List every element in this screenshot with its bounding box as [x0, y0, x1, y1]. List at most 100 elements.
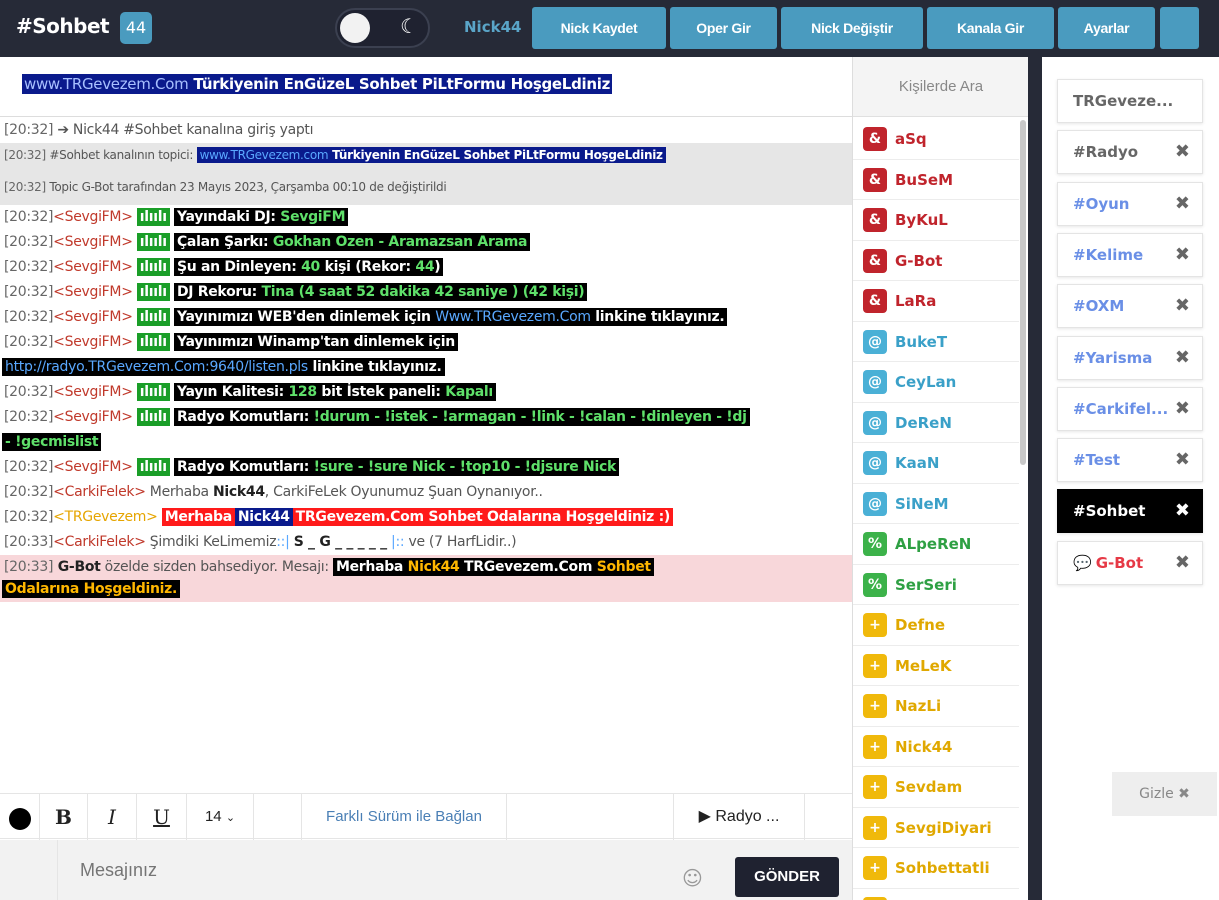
color-picker-button[interactable]: [0, 794, 40, 840]
extra-button[interactable]: [1160, 7, 1199, 49]
user-mode-icon: %: [863, 572, 887, 597]
user-name: Sevdam: [895, 778, 963, 796]
underline-button[interactable]: U: [137, 794, 187, 840]
user-name: Defne: [895, 616, 946, 634]
user-list-item[interactable]: + MeLeK: [853, 646, 1019, 686]
close-icon[interactable]: ✖: [1175, 193, 1190, 214]
user-list-item[interactable]: + Sevdam: [853, 767, 1019, 808]
arrow-icon: ➔: [57, 122, 69, 138]
user-list-item[interactable]: + Defne: [853, 605, 1019, 646]
close-icon[interactable]: ✖: [1175, 552, 1190, 573]
user-mode-icon: @: [863, 410, 887, 435]
oper-login-button[interactable]: Oper Gir: [670, 7, 777, 49]
topic-link[interactable]: www.TRGevezem.Com: [24, 75, 189, 93]
channel-title: #Sohbet: [16, 14, 110, 38]
font-size-select[interactable]: 14 ⌄: [187, 794, 254, 840]
channel-tab[interactable]: #Oyun ✖: [1057, 181, 1203, 226]
channel-tab-label: #Carkifel...: [1073, 399, 1169, 418]
radio-web-link[interactable]: Www.TRGevezem.Com: [435, 309, 591, 325]
theme-toggle[interactable]: ☾: [335, 8, 430, 48]
user-list-item[interactable]: + Nick44: [853, 727, 1019, 767]
user-mode-icon: &: [863, 208, 887, 232]
format-toolbar: B I U 14 ⌄ Farklı Sürüm ile Bağlan ▶ Rad…: [0, 793, 852, 840]
user-list-item[interactable]: & LaRa: [853, 281, 1019, 322]
message-line: [20:33] G-Bot özelde sizden bahsediyor. …: [0, 555, 852, 580]
close-icon[interactable]: ✖: [1175, 244, 1190, 265]
channel-tab[interactable]: #Kelime ✖: [1057, 232, 1203, 277]
user-name: ByKuL: [895, 211, 948, 229]
user-mode-icon: +: [863, 694, 887, 718]
toggle-knob: [340, 13, 370, 43]
channel-tab-label: TRGeveze...: [1073, 92, 1174, 110]
user-list-scrollbar[interactable]: [1020, 120, 1026, 465]
channel-tab[interactable]: #Carkifel... ✖: [1057, 386, 1203, 431]
close-icon[interactable]: ✖: [1175, 500, 1190, 521]
close-icon[interactable]: ✖: [1175, 398, 1190, 419]
channel-tab[interactable]: 💬 G-Bot ✖: [1057, 540, 1203, 585]
close-icon[interactable]: ✖: [1175, 141, 1190, 162]
bold-button[interactable]: B: [40, 794, 88, 840]
winamp-link[interactable]: http://radyo.TRGevezem.Com:9640/listen.p…: [5, 359, 308, 375]
user-list-item[interactable]: % ALpeReN: [853, 524, 1019, 565]
user-list-item[interactable]: + Sohbettatli: [853, 848, 1019, 889]
message-line: [20:32]<SevgiFM> ılıılı Şu an Dinleyen: …: [0, 255, 852, 280]
user-list-item[interactable]: @ DeReN: [853, 403, 1019, 443]
message-line: [20:32]<SevgiFM> ılıılı Çalan Şarkı: Gok…: [0, 230, 852, 255]
message-line: [20:33]<CarkiFelek> Şimdiki KeLimemiz::|…: [4, 534, 517, 550]
close-icon[interactable]: ✖: [1175, 347, 1190, 368]
channel-tab-label: #Radyo: [1073, 143, 1139, 162]
emoji-icon[interactable]: ☺: [682, 866, 703, 890]
user-list-item[interactable]: +: [853, 889, 1019, 900]
user-list-panel: Kişilerde Ara & aSq & BuSeM & ByKuL & G-Bot & LaR…: [852, 57, 1029, 900]
moon-icon: ☾: [400, 14, 418, 38]
settings-button[interactable]: Ayarlar: [1058, 7, 1155, 49]
channel-tab[interactable]: #OXM ✖: [1057, 284, 1203, 329]
alt-connect-button[interactable]: Farklı Sürüm ile Bağlan: [302, 794, 507, 840]
italic-button[interactable]: I: [88, 794, 137, 840]
user-mode-icon: &: [863, 289, 887, 313]
user-list-item[interactable]: + NazLi: [853, 686, 1019, 727]
speech-bubble-icon: 💬: [1073, 553, 1092, 572]
channel-tab[interactable]: #Radyo ✖: [1057, 130, 1203, 175]
user-list-item[interactable]: @ KaaN: [853, 443, 1019, 484]
user-mode-icon: +: [863, 613, 887, 637]
user-list-item[interactable]: % SerSeri: [853, 565, 1019, 605]
message-line: [20:32]<SevgiFM> ılıılı Yayın Kalitesi: …: [0, 380, 852, 405]
nick-register-button[interactable]: Nick Kaydet: [532, 7, 666, 49]
send-button[interactable]: GÖNDER: [735, 857, 839, 897]
channel-tab-label: #Yarisma: [1073, 348, 1153, 367]
channel-tab-label: G-Bot: [1095, 553, 1144, 572]
message-line: [20:32] ➔ Nick44 #Sohbet kanalına giriş …: [4, 122, 314, 138]
user-search-input[interactable]: Kişilerde Ara: [853, 57, 1029, 117]
user-list-item[interactable]: + SevgiDiyari: [853, 808, 1019, 848]
channel-tab-label: #Test: [1073, 451, 1121, 470]
message-line: [20:32]<SevgiFM> ılıılı Yayınımızı Winam…: [0, 330, 852, 355]
user-list-item[interactable]: & aSq: [853, 119, 1019, 160]
user-list-item[interactable]: & ByKuL: [853, 200, 1019, 241]
user-mode-icon: +: [863, 653, 887, 678]
channel-tab[interactable]: #Test ✖: [1057, 438, 1203, 483]
channel-tab-label: #Kelime: [1073, 245, 1144, 264]
user-list-item[interactable]: @ SiNeM: [853, 484, 1019, 524]
user-list-item[interactable]: & BuSeM: [853, 160, 1019, 200]
close-icon[interactable]: ✖: [1175, 449, 1190, 470]
user-list-item[interactable]: @ BukeT: [853, 322, 1019, 362]
private-mention: [20:33] G-Bot özelde sizden bahsediyor. …: [0, 555, 852, 602]
message-line: [20:32]<SevgiFM> ılıılı Radyo Komutları:…: [0, 455, 852, 480]
message-input[interactable]: [58, 850, 718, 890]
close-icon[interactable]: ✖: [1175, 295, 1190, 316]
user-mode-icon: +: [863, 775, 887, 799]
channel-tab[interactable]: TRGeveze...: [1057, 79, 1203, 123]
message-line-continued: http://radyo.TRGevezem.Com:9640/listen.p…: [0, 355, 852, 380]
radio-button[interactable]: ▶ Radyo ...: [674, 794, 805, 840]
user-list-item[interactable]: & G-Bot: [853, 241, 1019, 281]
channel-tab[interactable]: #Sohbet ✖: [1057, 489, 1203, 534]
user-list-item[interactable]: @ CeyLan: [853, 362, 1019, 403]
message-line: [20:32]<CarkiFelek> Merhaba Nick44, Cark…: [4, 484, 543, 500]
channel-tab[interactable]: #Yarisma ✖: [1057, 335, 1203, 380]
panel-divider: [1028, 57, 1042, 900]
join-channel-button[interactable]: Kanala Gir: [927, 7, 1054, 49]
hide-button[interactable]: Gizle ✖: [1112, 772, 1217, 816]
change-nick-button[interactable]: Nick Değiştir: [781, 7, 923, 49]
message-input-row: ☺ GÖNDER: [0, 840, 852, 900]
